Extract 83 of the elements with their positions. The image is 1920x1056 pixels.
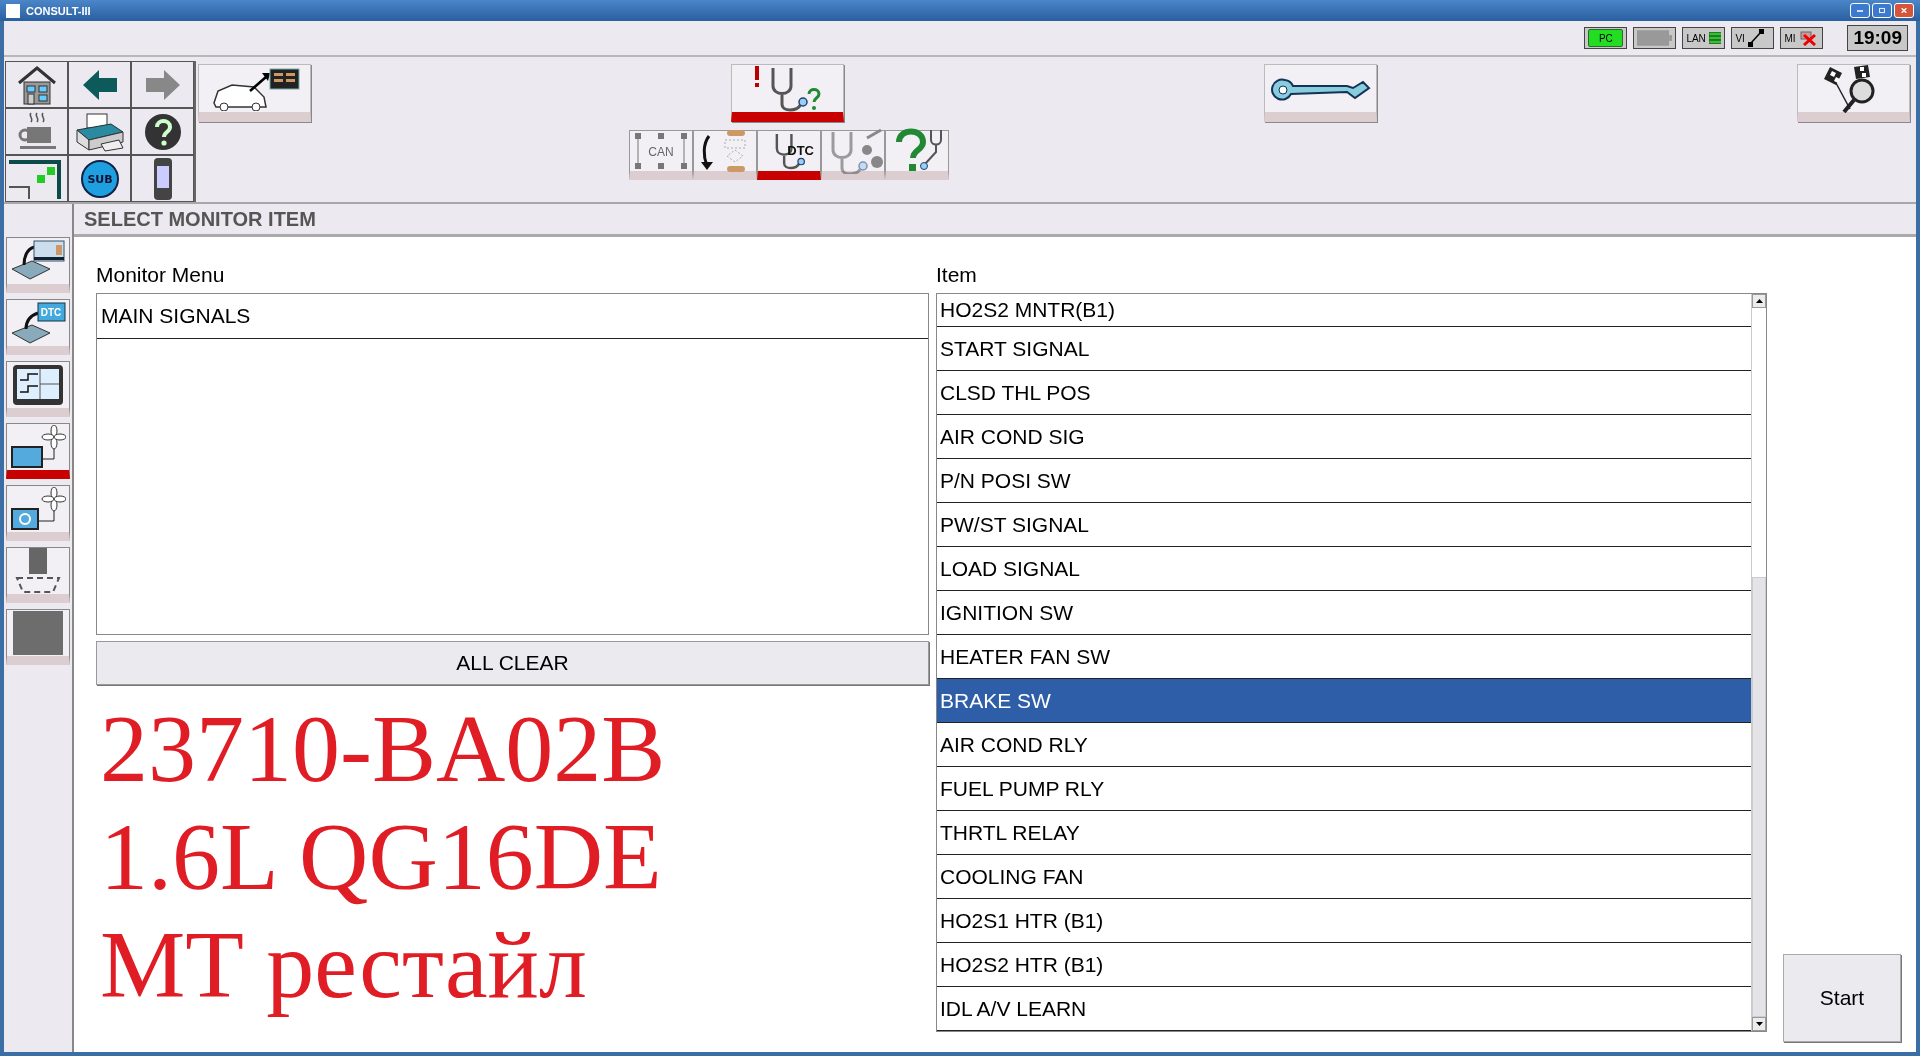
house-icon [16,64,57,105]
item-list-row[interactable]: BRAKE SW [937,679,1751,723]
pc-battery-indicator: PC [1584,27,1628,49]
disconnected-icon [1798,30,1817,46]
item-list-row[interactable]: START SIGNAL [937,327,1751,371]
handheld-button[interactable] [131,155,194,202]
help-icon [143,112,182,151]
data-monitor-button[interactable] [821,130,885,180]
help-button[interactable] [131,108,194,155]
cycle-fan-icon [10,487,66,531]
waveform-screen-icon [12,364,64,406]
can-button[interactable]: CAN [629,130,693,180]
panel-title: SELECT MONITOR ITEM [84,207,316,231]
home-button[interactable] [5,61,68,108]
menu-list-item[interactable]: MAIN SIGNALS [97,294,928,339]
close-icon [1901,6,1907,15]
printer-icon [74,111,125,152]
item-list-row[interactable]: CLSD THL POS [937,371,1751,415]
sub-button[interactable]: SUB [68,155,131,202]
start-button[interactable]: Start [1783,954,1901,1042]
help-diagnosis-button[interactable] [885,130,949,180]
lan-label: LAN [1686,32,1706,44]
fan-monitor-button[interactable] [6,423,70,479]
connection-icon [1747,29,1764,47]
all-clear-button[interactable]: ALL CLEAR [96,641,929,685]
blank-panel-icon [13,611,63,655]
item-list-row[interactable]: FUEL PUMP RLY [937,767,1751,811]
item-list-row[interactable]: AIR COND RLY [937,723,1751,767]
window-title: CONSULT-III [26,4,92,17]
diagnosis-button[interactable] [731,64,844,122]
ecu-readout-button[interactable] [198,64,311,122]
pause-button[interactable] [5,108,68,155]
forward-button[interactable] [131,61,194,108]
maximize-button[interactable] [1872,3,1892,18]
item-list-row[interactable]: IGNITION SW [937,591,1751,635]
item-list-row[interactable]: AIR COND SIG [937,415,1751,459]
minimize-icon [1857,9,1863,12]
maximize-icon [1879,6,1885,15]
minimize-button[interactable] [1850,3,1870,18]
dtc-label: DTC [787,143,814,158]
item-list-row[interactable]: HO2S2 MNTR(B1) [937,294,1751,327]
item-list-row[interactable]: COOLING FAN [937,855,1751,899]
signal-bars-icon [1708,30,1722,46]
scroll-down-icon [1755,1022,1763,1026]
scrollbar-thumb[interactable] [1752,577,1766,1017]
annotation-text: 23710-BA02B [100,695,667,803]
flowchart-button[interactable] [693,130,757,180]
work-support-button[interactable] [1264,64,1377,122]
handheld-device-icon [152,156,173,201]
close-button[interactable] [1894,3,1914,18]
annotation-text: MT рестайл [100,911,588,1019]
sub-badge-icon: SUB [79,158,120,199]
device-stand-button[interactable] [6,547,70,603]
right-arrow-icon [145,69,180,100]
item-list-row[interactable]: HO2S1 HTR (B1) [937,899,1751,943]
finish-button[interactable] [1797,64,1910,122]
annotation-text: 1.6L QG16DE [100,803,663,911]
dtc-button[interactable]: DTC [757,130,821,180]
print-button[interactable] [68,108,131,155]
item-list-row[interactable]: IDL A/V LEARN [937,987,1751,1031]
item-list-row[interactable]: THRTL RELAY [937,811,1751,855]
stethoscope-exclamation-icon [752,63,823,114]
vi-label: VI [1735,32,1745,44]
scroll-up-icon [1755,299,1763,303]
clock: 19:09 [1847,25,1908,51]
item-list-row[interactable]: LOAD SIGNAL [937,547,1751,591]
monitor-menu-label: Monitor Menu [96,262,226,288]
waveform-screen-button[interactable] [6,361,70,417]
item-label: Item [936,262,978,288]
blank-button[interactable] [6,609,70,665]
back-button[interactable] [68,61,131,108]
ecu-card-button[interactable] [6,237,70,293]
left-arrow-icon [82,69,117,100]
item-list-row[interactable]: PW/ST SIGNAL [937,503,1751,547]
scrollbar[interactable] [1751,294,1766,1031]
monitor-fan-icon [10,425,66,469]
fan-cycle-button[interactable] [6,485,70,541]
device-stand-icon [13,548,63,594]
window-resize-button[interactable] [5,155,68,202]
app-icon [6,3,20,18]
item-list-row[interactable]: HO2S2 HTR (B1) [937,943,1751,987]
mi-label: MI [1784,32,1796,44]
item-list-row[interactable]: P/N POSI SW [937,459,1751,503]
